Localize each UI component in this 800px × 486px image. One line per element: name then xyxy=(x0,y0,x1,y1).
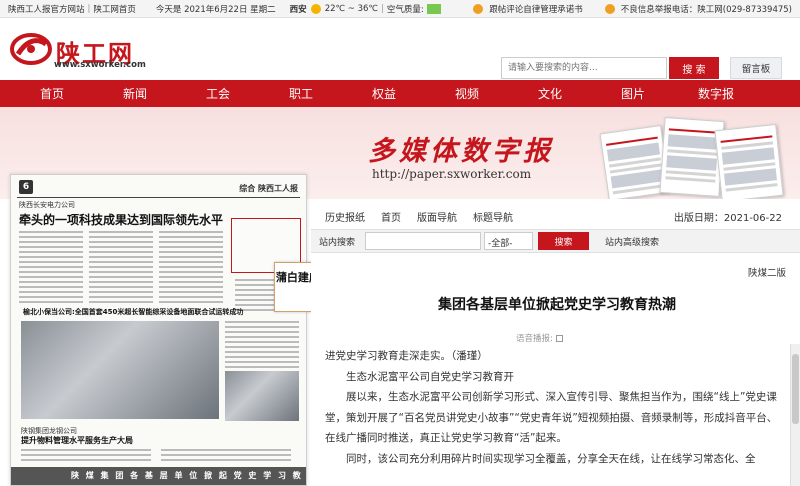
page-headline-2[interactable]: 榆北小保当公司:全国首套450米超长智能综采设备地面联合试运转成功 xyxy=(23,307,243,317)
article-scrollbar[interactable] xyxy=(790,344,800,486)
banner-paper-image xyxy=(714,123,784,203)
banner-paper-image xyxy=(659,116,725,198)
top-bar: 陕西工人报官方网站 | 陕工网首页 今天是 2021年6月22日 星期二 西安 … xyxy=(0,0,800,18)
paper-home-link[interactable]: 首页 xyxy=(381,209,401,224)
site-search-label: 站内搜索 xyxy=(319,238,356,248)
air-quality-icon xyxy=(426,3,441,14)
page-headline[interactable]: 牵头的一项科技成果达到国际领先水平 xyxy=(19,211,223,228)
edition-label: 陕煤二版 xyxy=(747,268,786,279)
history-papers-link[interactable]: 历史报纸 xyxy=(325,209,365,224)
nav-item-home[interactable]: 首页 xyxy=(0,85,104,102)
site-search-input[interactable] xyxy=(365,232,481,250)
banner-title: 多媒体数字报 xyxy=(368,136,554,167)
official-site-link[interactable]: 陕西工人报官方网站 xyxy=(8,3,85,15)
promise-icon xyxy=(473,3,484,14)
article-paragraph: 进党史学习教育走深走实。（潘瑾） xyxy=(325,350,488,362)
page-subhead: 陕西长安电力公司 xyxy=(19,201,75,209)
nav-item-union[interactable]: 工会 xyxy=(166,85,270,102)
paper-nav: 历史报纸 首页 版面导航 标题导航 xyxy=(325,209,513,224)
nav-item-culture[interactable]: 文化 xyxy=(498,85,602,102)
weather-temp: 22℃ ~ 36℃ xyxy=(324,3,378,14)
article-panel: 历史报纸 首页 版面导航 标题导航 出版日期：2021-06-22 站内搜索 -… xyxy=(311,199,800,486)
site-search-button[interactable]: 搜索 xyxy=(538,232,589,250)
article-paragraph: 生态水泥富平公司自党史学习教育开 xyxy=(346,370,514,383)
air-quality-label: 空气质量: xyxy=(386,4,424,15)
header: 陕工网 www.sxworker.com 搜 索 留言板 xyxy=(0,18,800,80)
speaker-icon[interactable] xyxy=(555,335,563,342)
nav-item-video[interactable]: 视频 xyxy=(436,85,498,102)
article-paragraph: 展以来，生态水泥富平公司创新学习形式、深入宣传引导、聚焦担当作为，围绕“线上”党… xyxy=(325,391,778,444)
advanced-search-link[interactable]: 站内高级搜索 xyxy=(605,235,659,248)
publish-date: 出版日期：2021-06-22 xyxy=(673,213,782,224)
article-body: 进党史学习教育走深走实。（潘瑾） 生态水泥富平公司自党史学习教育开 展以来，生态… xyxy=(325,346,781,469)
site-logo[interactable]: 陕工网 www.sxworker.com xyxy=(10,32,146,72)
news-photo xyxy=(225,371,299,421)
report-icon xyxy=(604,3,615,14)
banner-url[interactable]: http://paper.sxworker.com xyxy=(372,167,531,181)
layout-nav-link[interactable]: 版面导航 xyxy=(417,209,457,224)
search-input[interactable] xyxy=(501,57,667,79)
report-phone[interactable]: 不良信息举报电话：陕工网(029-87339475) xyxy=(621,3,792,15)
scrollbar-thumb[interactable] xyxy=(792,354,799,424)
home-link[interactable]: 陕工网首页 xyxy=(93,3,136,15)
voice-broadcast[interactable]: 语音播报: xyxy=(516,332,563,344)
logo-url: www.sxworker.com xyxy=(54,60,146,70)
article-paragraph: 同时，该公司充分利用碎片时间实现学习全覆盖，分享全天在线，让在线学习常态化、全 xyxy=(346,452,756,465)
nav-item-workers[interactable]: 职工 xyxy=(270,85,332,102)
page-section: 综合 陕西工人报 xyxy=(239,184,298,193)
page-number: 6 xyxy=(19,180,33,194)
article-title: 集团各基层单位掀起党史学习教育热潮 xyxy=(438,297,676,313)
nav-item-news[interactable]: 新闻 xyxy=(104,85,166,102)
nav-item-digital-paper[interactable]: 数字报 xyxy=(664,85,768,102)
nav-item-photos[interactable]: 图片 xyxy=(602,85,664,102)
page-footer-headline[interactable]: 陕 煤 集 团 各 基 层 单 位 掀 起 党 史 学 习 教 育 热 潮 xyxy=(11,467,306,485)
nav-item-rights[interactable]: 权益 xyxy=(332,85,436,102)
search-button[interactable]: 搜 索 xyxy=(669,57,719,79)
page-headline-4[interactable]: 提升物料管理水平服务生产大局 xyxy=(21,435,133,446)
news-photo xyxy=(21,321,219,419)
main-nav: 首页 新闻 工会 职工 权益 视频 文化 图片 数字报 xyxy=(0,80,800,107)
sun-icon xyxy=(310,3,321,14)
title-nav-link[interactable]: 标题导航 xyxy=(473,209,513,224)
newspaper-page[interactable]: 6 综合 陕西工人报 陕西长安电力公司 牵头的一项科技成果达到国际领先水平 榆北… xyxy=(10,174,307,486)
weather-city: 西安 xyxy=(289,4,307,15)
site-search-bar: 站内搜索 -全部- 搜索 站内高级搜索 xyxy=(311,229,800,253)
current-date: 今天是 2021年6月22日 星期二 xyxy=(155,4,276,15)
message-board-button[interactable]: 留言板 xyxy=(730,57,782,79)
promise-link[interactable]: 跟帖评论自律管理承诺书 xyxy=(489,3,583,15)
search-scope-select[interactable]: -全部- xyxy=(484,232,533,250)
